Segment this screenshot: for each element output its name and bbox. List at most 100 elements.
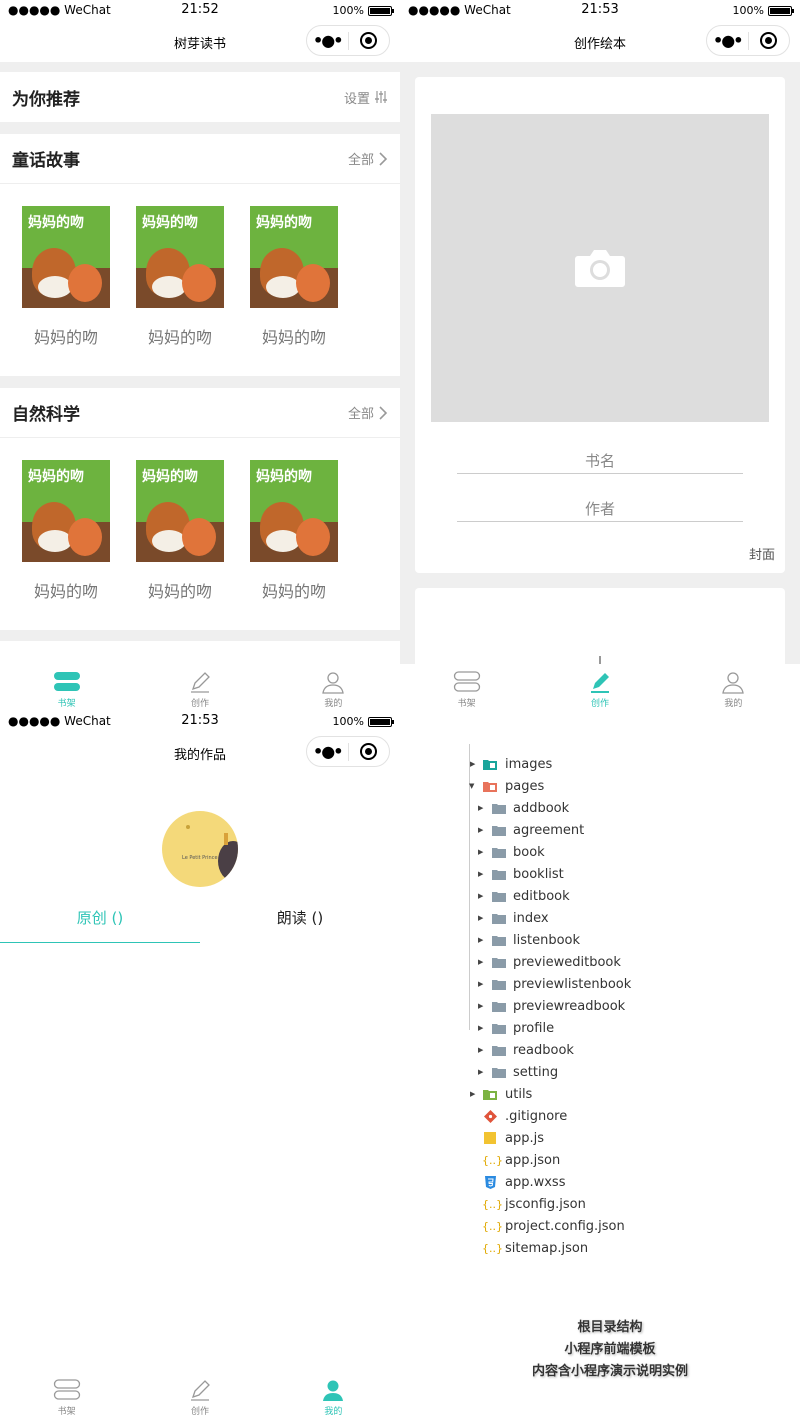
tree-item-booklist[interactable]: ▶ booklist	[400, 863, 800, 885]
settings-button[interactable]: 设置	[344, 88, 388, 107]
view-all-button[interactable]: 全部	[348, 403, 388, 422]
author-field[interactable]: 作者	[457, 498, 743, 522]
tree-file-app-json[interactable]: {..} app.json	[400, 1149, 800, 1171]
folder-icon	[492, 1067, 506, 1078]
avatar-caption: Le Petit Prince	[182, 855, 218, 861]
book-cover: 妈妈的吻	[250, 460, 338, 562]
tree-file-jsconfig[interactable]: {..} jsconfig.json	[400, 1193, 800, 1215]
more-icon[interactable]: •●•	[307, 31, 348, 50]
tab-create[interactable]: 创作	[133, 1372, 266, 1422]
recommend-card: 为你推荐 设置	[0, 72, 400, 122]
git-icon	[484, 1109, 497, 1123]
section-heading: 自然科学	[12, 405, 80, 425]
close-target-icon[interactable]	[348, 743, 389, 760]
screen-my-works: ●●●●● WeChat 21:53 100% 我的作品 •●• Le Peti…	[0, 711, 400, 1422]
tree-file-app-js[interactable]: app.js	[400, 1127, 800, 1149]
book-item[interactable]: 妈妈的吻 妈妈的吻	[22, 206, 110, 348]
tab-mine[interactable]: 我的	[667, 664, 800, 711]
screen-create: ●●●●● WeChat 21:53 100% 创作绘本 •●• 书名 作者 封…	[400, 0, 800, 711]
section-fairy-tales: 童话故事 全部 妈妈的吻 妈妈的吻 妈妈的吻 妈妈的吻 妈妈的吻 妈妈的吻	[0, 134, 400, 376]
tree-item-listenbook[interactable]: ▶ listenbook	[400, 929, 800, 951]
tree-item-editbook[interactable]: ▶ editbook	[400, 885, 800, 907]
more-icon[interactable]: •●•	[707, 31, 748, 50]
images-folder-icon	[483, 759, 497, 770]
tree-item-previewlistenbook[interactable]: ▶ previewlistenbook	[400, 973, 800, 995]
book-name-field[interactable]: 书名	[457, 450, 743, 474]
tree-item-profile[interactable]: ▶ profile	[400, 1017, 800, 1039]
json-file-icon: {..}	[482, 1153, 503, 1167]
book-cover: 妈妈的吻	[22, 460, 110, 562]
book-item[interactable]: 妈妈的吻 妈妈的吻	[22, 460, 110, 602]
tree-item-readbook[interactable]: ▶ readbook	[400, 1039, 800, 1061]
book-cover: 妈妈的吻	[136, 460, 224, 562]
tab-bar: 书架 创作 我的	[0, 664, 400, 711]
tree-item-agreement[interactable]: ▶ agreement	[400, 819, 800, 841]
tree-item-images[interactable]: ▶ images	[400, 753, 800, 775]
book-title: 妈妈的吻	[147, 582, 212, 601]
close-target-icon[interactable]	[348, 32, 389, 49]
sliders-icon	[375, 91, 387, 103]
tree-item-addbook[interactable]: ▶ addbook	[400, 797, 800, 819]
screen-bookshelf: ●●●●● WeChat 21:52 100% 树芽读书 •●• 为你推荐 设置…	[0, 0, 400, 711]
bookshelf-icon	[53, 672, 80, 691]
chevron-right-icon	[379, 405, 388, 420]
tab-create[interactable]: 创作	[133, 664, 266, 711]
tab-bar: 书架 创作 我的	[400, 664, 800, 711]
book-item[interactable]: 妈妈的吻 妈妈的吻	[136, 206, 224, 348]
close-target-icon[interactable]	[748, 32, 789, 49]
tab-bookshelf[interactable]: 书架	[0, 1372, 133, 1422]
book-title: 妈妈的吻	[147, 328, 212, 347]
chevron-right-icon	[379, 151, 388, 166]
folder-icon	[492, 957, 506, 968]
tree-file-app-wxss[interactable]: app.wxss	[400, 1171, 800, 1193]
book-title: 妈妈的吻	[33, 328, 98, 347]
book-title: 妈妈的吻	[261, 582, 326, 601]
more-icon[interactable]: •●•	[307, 742, 348, 761]
tree-item-setting[interactable]: ▶ setting	[400, 1061, 800, 1083]
nav-bar: 我的作品 •●•	[0, 733, 400, 773]
avatar[interactable]: Le Petit Prince	[162, 811, 238, 887]
caption-line: 根目录结构	[577, 1320, 643, 1335]
cover-panel: 书名 作者 封面	[415, 77, 785, 573]
tree-item-index[interactable]: ▶ index	[400, 907, 800, 929]
caption-line: 小程序前端模板	[564, 1342, 656, 1357]
tree-file-gitignore[interactable]: .gitignore	[400, 1105, 800, 1127]
tree-item-book[interactable]: ▶ book	[400, 841, 800, 863]
tree-file-project-config[interactable]: {..} project.config.json	[400, 1215, 800, 1237]
tab-mine[interactable]: 我的	[267, 1372, 400, 1422]
cover-label: 封面	[748, 548, 775, 563]
tree-item-previeweditbook[interactable]: ▶ previeweditbook	[400, 951, 800, 973]
tree-item-utils[interactable]: ▶ utils	[400, 1083, 800, 1105]
tab-reading[interactable]: 朗读 ()	[200, 907, 400, 928]
tab-original[interactable]: 原创 ()	[0, 907, 200, 943]
tab-bookshelf[interactable]: 书架	[0, 664, 133, 711]
battery-status: 100%	[733, 4, 794, 17]
caption-notes: 根目录结构 小程序前端模板 内容含小程序演示说明实例	[510, 1317, 710, 1383]
user-icon	[322, 672, 345, 694]
tab-bar: 书架 创作 我的	[0, 1372, 400, 1422]
folder-icon	[492, 913, 506, 924]
cover-upload[interactable]	[431, 114, 769, 422]
view-all-button[interactable]: 全部	[348, 149, 388, 168]
mini-program-capsule: •●•	[306, 25, 390, 56]
book-item[interactable]: 妈妈的吻 妈妈的吻	[250, 206, 338, 348]
camera-icon	[575, 250, 625, 287]
tree-item-previewreadbook[interactable]: ▶ previewreadbook	[400, 995, 800, 1017]
mini-program-capsule: •●•	[306, 736, 390, 767]
bookshelf-icon	[53, 1379, 80, 1400]
book-item[interactable]: 妈妈的吻 妈妈的吻	[250, 460, 338, 602]
bookshelf-icon	[453, 671, 480, 692]
tree-item-pages[interactable]: ▼ pages	[400, 775, 800, 797]
book-item[interactable]: 妈妈的吻 妈妈的吻	[136, 460, 224, 602]
recommend-heading: 为你推荐	[12, 89, 80, 110]
folder-icon	[492, 1001, 506, 1012]
file-tree-panel: ▶ images ▼ pages ▶ addbook ▶ agreement ▶ book…	[400, 711, 800, 1422]
nav-bar: 创作绘本 •●•	[400, 22, 800, 62]
tab-mine[interactable]: 我的	[267, 664, 400, 711]
tab-bookshelf[interactable]: 书架	[400, 664, 533, 711]
tab-create[interactable]: 创作	[533, 664, 666, 711]
folder-icon	[492, 803, 506, 814]
pencil-icon	[190, 672, 210, 693]
user-icon	[722, 672, 745, 694]
tree-file-sitemap[interactable]: {..} sitemap.json	[400, 1237, 800, 1259]
